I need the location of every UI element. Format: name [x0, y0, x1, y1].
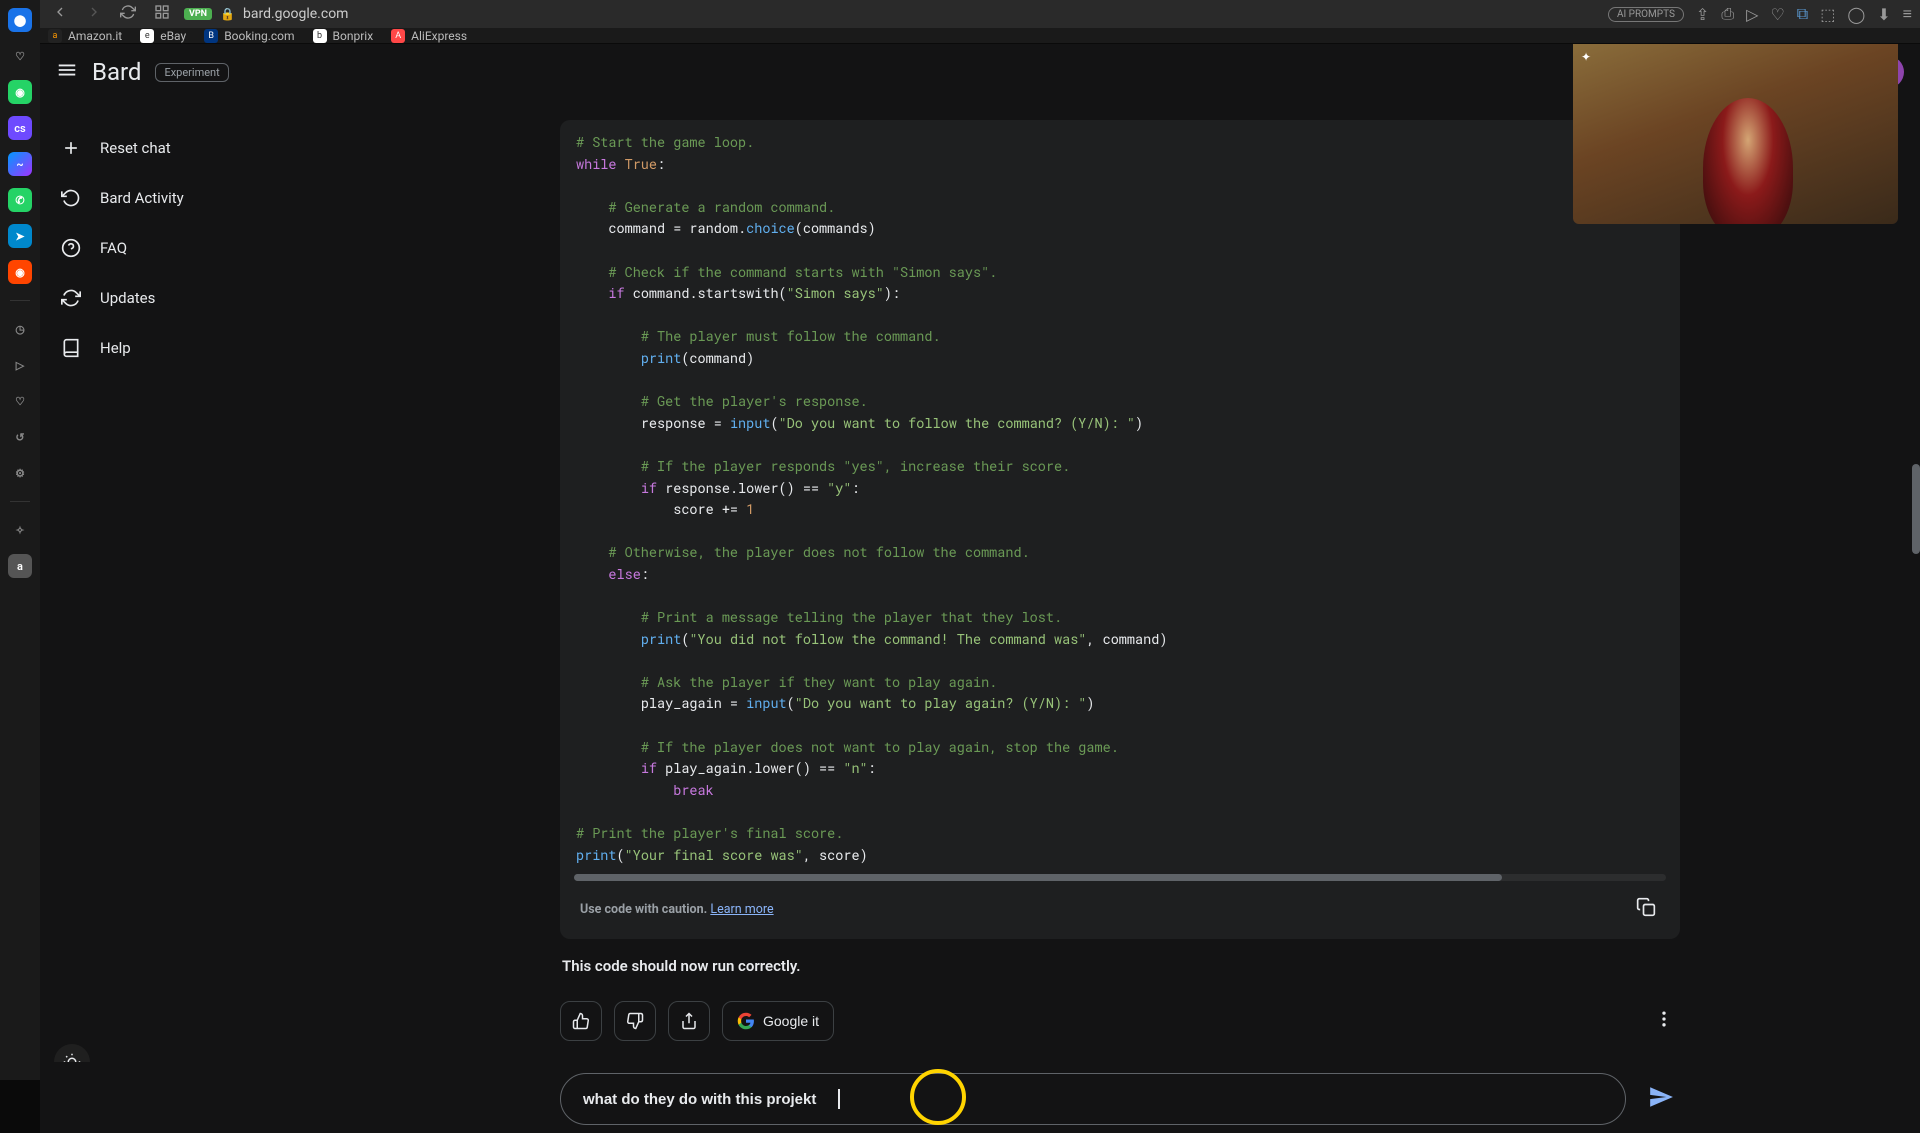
url-text[interactable]: bard.google.com [243, 6, 348, 22]
more-options-button[interactable] [1648, 1003, 1680, 1039]
sidebar-item-label: Reset chat [100, 139, 171, 157]
history-icon[interactable]: ↺ [8, 425, 32, 449]
text-cursor [838, 1089, 840, 1109]
lock-icon: 🔒 [220, 7, 235, 21]
plus-icon [60, 138, 82, 158]
download-icon[interactable]: ⬇ [1877, 5, 1890, 24]
play-browser-icon[interactable]: ▷ [1746, 5, 1758, 24]
google-it-button[interactable]: Google it [722, 1001, 834, 1041]
heart-browser-icon[interactable]: ♡ [1770, 5, 1784, 24]
os-sidebar: ⬤ ♡ ◉ cs ~ ✆ ➤ ◉ ◷ ▷ ♡ ↺ ⚙ ✧ a [0, 0, 40, 1080]
browser-toolbar: VPN 🔒 bard.google.com AI PROMPTS ⇪ ⎙ ▷ ♡… [40, 0, 1920, 29]
forward-button[interactable] [82, 0, 106, 28]
horizontal-scrollbar[interactable] [574, 874, 1666, 881]
sidebar-item-reset[interactable]: Reset chat [40, 124, 320, 172]
send-button[interactable] [1642, 1078, 1680, 1120]
copy-code-button[interactable] [1632, 893, 1660, 925]
settings-icon[interactable]: ⚙ [8, 461, 32, 485]
heart-icon[interactable]: ♡ [8, 389, 32, 413]
favorites-icon[interactable]: ♡ [8, 44, 32, 68]
prompt-area [560, 1061, 1680, 1133]
bard-sidebar: Reset chat Bard Activity FAQ Updates Hel… [40, 44, 320, 1133]
vertical-scrollbar[interactable] [1912, 464, 1920, 554]
app-title: Bard [92, 58, 141, 86]
menu-icon[interactable] [56, 59, 78, 85]
experiment-badge: Experiment [155, 63, 228, 82]
copy-browser-icon[interactable]: ⧉ [1797, 4, 1808, 24]
export-icon[interactable]: ⇪ [1696, 5, 1709, 24]
camera-icon[interactable]: ⎙ [1721, 4, 1734, 24]
caution-text: Use code with caution. Learn more [580, 902, 774, 917]
sidebar-item-faq[interactable]: FAQ [40, 224, 320, 272]
sparkle-icon: ✦ [1581, 50, 1591, 64]
profile-icon[interactable]: a [8, 554, 32, 578]
app-icon[interactable]: ⬤ [8, 8, 32, 32]
divider [10, 501, 30, 502]
code-content[interactable]: # Start the game loop. while True: # Gen… [576, 132, 1664, 874]
ai-prompts-button[interactable]: AI PROMPTS [1608, 7, 1684, 22]
play-icon[interactable]: ▷ [8, 353, 32, 377]
back-button[interactable] [48, 0, 72, 28]
sidebar-item-label: Help [100, 339, 131, 357]
cube-icon[interactable]: ⬚ [1820, 5, 1835, 24]
sidebar-item-help[interactable]: Help [40, 324, 320, 372]
sidebar-item-updates[interactable]: Updates [40, 274, 320, 322]
sidebar-item-label: FAQ [100, 239, 127, 257]
share-button[interactable] [668, 1001, 710, 1041]
webcam-overlay: ✦ [1573, 44, 1898, 224]
whatsapp-icon[interactable]: ✆ [8, 188, 32, 212]
light-icon[interactable]: ✧ [8, 518, 32, 542]
prompt-input-container[interactable] [560, 1073, 1626, 1125]
grid-icon[interactable] [150, 0, 174, 28]
bard-app: Bard Experiment a Reset chat Bard Activi… [40, 44, 1920, 1133]
google-logo-icon [737, 1012, 755, 1030]
messenger-icon[interactable]: ~ [8, 152, 32, 176]
history-icon [60, 188, 82, 208]
telegram-icon[interactable]: ➤ [8, 224, 32, 248]
prompt-input[interactable] [583, 1091, 1603, 1108]
menu-browser-icon[interactable]: ≡ [1903, 4, 1912, 24]
bookmark-bonprix[interactable]: bBonprix [313, 29, 374, 43]
response-text: This code should now run correctly. [560, 951, 1680, 981]
bookmark-ebay[interactable]: eeBay [140, 29, 186, 43]
sidebar-item-label: Updates [100, 289, 155, 307]
code-block: # Start the game loop. while True: # Gen… [560, 120, 1680, 939]
app-icon[interactable]: cs [8, 116, 32, 140]
profile-browser-icon[interactable]: ◯ [1847, 5, 1865, 24]
app-icon[interactable]: ◉ [8, 260, 32, 284]
learn-more-link[interactable]: Learn more [710, 902, 773, 917]
divider [10, 300, 30, 301]
bookmark-aliexpress[interactable]: AAliExpress [391, 29, 467, 43]
help-circle-icon [60, 238, 82, 258]
bookmark-booking[interactable]: BBooking.com [204, 29, 294, 43]
bookmarks-bar: aAmazon.it eeBay BBooking.com bBonprix A… [40, 29, 1920, 44]
refresh-icon [60, 288, 82, 308]
sidebar-item-activity[interactable]: Bard Activity [40, 174, 320, 222]
clock-icon[interactable]: ◷ [8, 317, 32, 341]
thumbs-up-button[interactable] [560, 1001, 602, 1041]
reload-button[interactable] [116, 0, 140, 28]
bookmark-amazon[interactable]: aAmazon.it [48, 29, 122, 43]
sidebar-item-label: Bard Activity [100, 189, 184, 207]
response-actions: Google it [560, 981, 1680, 1051]
thumbs-down-button[interactable] [614, 1001, 656, 1041]
book-icon [60, 338, 82, 358]
app-icon[interactable]: ◉ [8, 80, 32, 104]
google-it-label: Google it [763, 1013, 819, 1029]
vpn-badge[interactable]: VPN [184, 8, 212, 20]
